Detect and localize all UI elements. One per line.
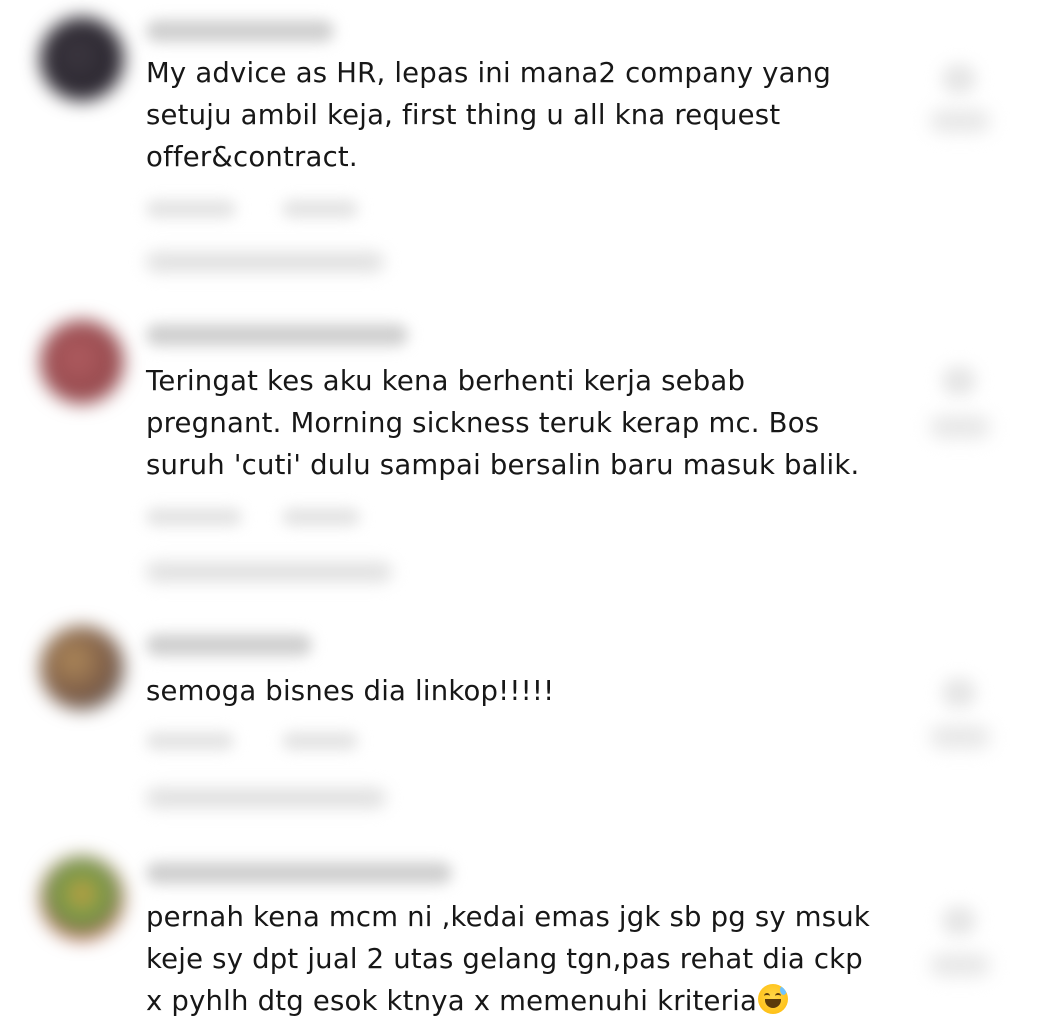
comment-text: My advice as HR, lepas ini mana2 company… — [146, 57, 831, 173]
comment-text: pernah kena mcm ni ,kedai emas jgk sb pg… — [146, 896, 916, 1022]
like-count-blurred — [930, 416, 990, 438]
reply-button-blurred[interactable] — [282, 200, 358, 218]
username-blurred[interactable] — [146, 634, 312, 656]
timestamp-blurred — [146, 508, 242, 526]
heart-icon[interactable] — [942, 678, 976, 708]
grinning-face-with-sweat-icon — [758, 984, 789, 1014]
username-blurred[interactable] — [146, 324, 408, 346]
like-count-blurred — [930, 954, 990, 976]
username-blurred[interactable] — [146, 862, 452, 884]
heart-icon[interactable] — [942, 906, 976, 936]
username-blurred[interactable] — [146, 20, 334, 42]
view-replies-blurred[interactable] — [146, 788, 386, 808]
heart-icon[interactable] — [942, 366, 976, 396]
view-replies-blurred[interactable] — [146, 562, 392, 582]
avatar[interactable] — [40, 626, 124, 710]
avatar[interactable] — [40, 17, 124, 101]
view-replies-blurred[interactable] — [146, 252, 384, 272]
avatar[interactable] — [40, 856, 124, 940]
comment-text: Teringat kes aku kena berhenti kerja seb… — [146, 365, 860, 481]
reply-button-blurred[interactable] — [282, 508, 360, 526]
avatar[interactable] — [40, 320, 124, 404]
like-count-blurred — [930, 726, 990, 748]
like-count-blurred — [930, 110, 990, 132]
timestamp-blurred — [146, 732, 234, 750]
heart-icon[interactable] — [942, 64, 976, 94]
reply-button-blurred[interactable] — [282, 732, 358, 750]
comment-text: semoga bisnes dia linkop!!!!! — [146, 675, 555, 707]
timestamp-blurred — [146, 200, 236, 218]
